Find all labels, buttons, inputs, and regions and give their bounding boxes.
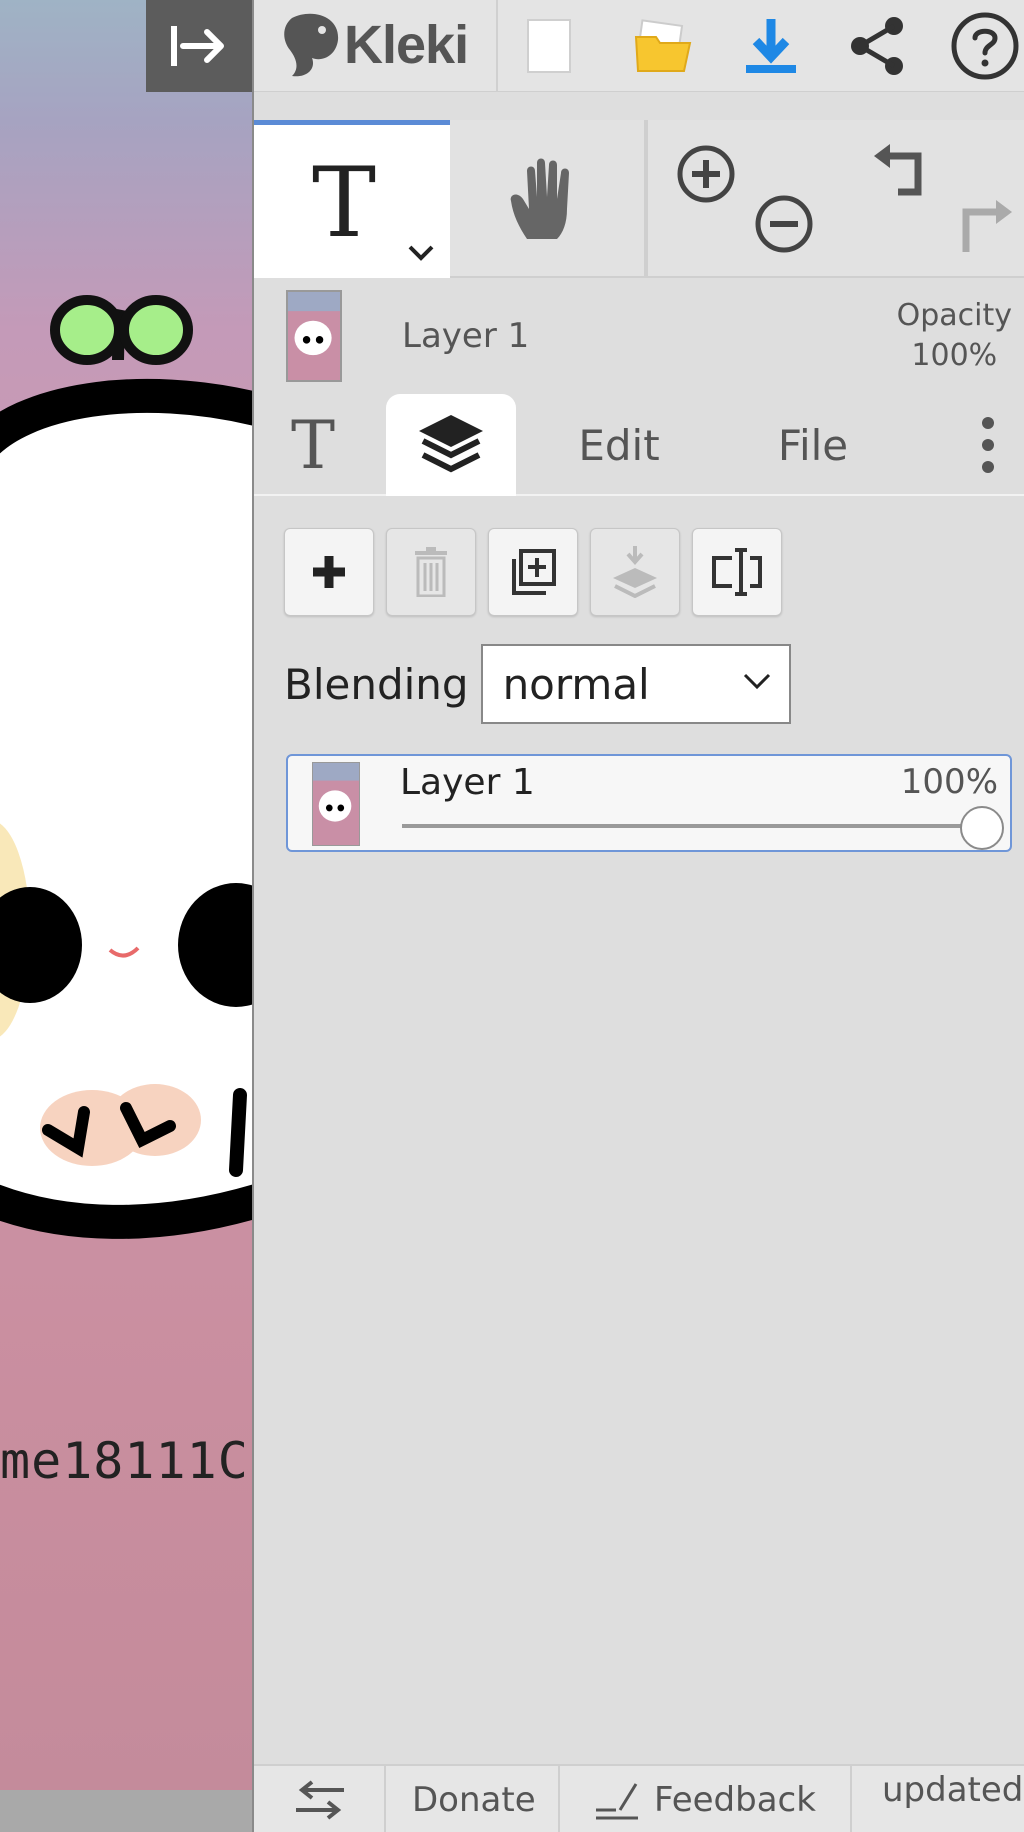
- rename-icon: [712, 548, 762, 596]
- share-button[interactable]: [832, 0, 922, 92]
- open-folder-icon: [634, 19, 692, 72]
- kleki-bird-icon: [284, 13, 339, 77]
- rename-layer-button[interactable]: [692, 528, 782, 616]
- collapse-panel-button[interactable]: [146, 0, 252, 92]
- plus-icon: [313, 556, 345, 588]
- merge-down-icon: [613, 546, 657, 598]
- layer-list-item[interactable]: Layer 1 100%: [286, 754, 1012, 852]
- chevron-down-icon[interactable]: [406, 243, 436, 263]
- layer-opacity-slider-handle[interactable]: [960, 806, 1004, 850]
- canvas-artwork: [0, 295, 252, 1239]
- layer-item-name: Layer 1: [400, 762, 535, 803]
- text-tool-icon: T: [312, 147, 377, 259]
- text-tool-button[interactable]: T: [254, 120, 450, 278]
- topbar-divider: [496, 0, 498, 92]
- kleki-logo[interactable]: Kleki: [282, 10, 469, 80]
- feedback-link[interactable]: Feedback: [594, 1766, 816, 1832]
- tool-row: T: [254, 120, 1024, 278]
- delete-layer-button[interactable]: [386, 528, 476, 616]
- layer-item-thumbnail: [312, 762, 360, 846]
- chevron-down-icon: [743, 673, 770, 690]
- layer-preview[interactable]: Layer 1 Opacity 100%: [254, 280, 1024, 390]
- toolrow-divider: [646, 120, 648, 278]
- layer-thumbnail: [286, 290, 342, 382]
- layer-opacity-slider[interactable]: [402, 824, 982, 828]
- swap-sides-button[interactable]: [294, 1766, 346, 1832]
- undo-icon[interactable]: [872, 142, 932, 202]
- swap-arrows-icon: [296, 1780, 344, 1820]
- help-button[interactable]: [940, 0, 1024, 92]
- zoom-in-icon[interactable]: [676, 144, 736, 204]
- active-layer-name: Layer 1: [402, 316, 530, 356]
- footer-divider: [384, 1766, 386, 1832]
- opacity-value: 100%: [911, 338, 998, 373]
- layer-item-opacity: 100%: [900, 762, 998, 802]
- new-image-icon: [527, 19, 571, 73]
- footer-divider: [850, 1766, 852, 1832]
- blending-label: Blending: [284, 659, 469, 709]
- blending-mode-value: normal: [502, 659, 650, 709]
- feedback-pen-icon: [596, 1783, 638, 1820]
- tab-file[interactable]: File: [748, 394, 878, 496]
- zoom-out-icon[interactable]: [754, 194, 814, 254]
- layers-icon: [419, 415, 483, 473]
- opacity-label: Opacity: [896, 298, 1012, 333]
- tab-edit[interactable]: Edit: [554, 394, 684, 496]
- share-icon: [851, 17, 903, 75]
- redo-icon[interactable]: [952, 198, 1014, 258]
- canvas-text: me18111C: [0, 1432, 249, 1490]
- feedback-label: Feedback: [654, 1780, 816, 1820]
- add-layer-button[interactable]: [284, 528, 374, 616]
- top-bar: Kleki: [254, 0, 1024, 92]
- footer-bar: Donate Feedback updated: [254, 1764, 1024, 1832]
- text-tab-icon: T: [290, 406, 336, 484]
- panel-tabs: T Edit File: [254, 394, 1024, 496]
- more-vertical-icon: [982, 417, 994, 473]
- donate-link[interactable]: Donate: [412, 1766, 536, 1832]
- tab-layers[interactable]: [386, 394, 516, 496]
- footer-divider: [558, 1766, 560, 1832]
- more-menu-button[interactable]: [958, 394, 1018, 496]
- blending-row: Blending normal: [284, 644, 791, 724]
- blending-mode-select[interactable]: normal: [480, 644, 791, 724]
- open-file-button[interactable]: [618, 0, 708, 92]
- collapse-arrow-icon: [171, 26, 224, 66]
- trash-icon: [415, 547, 447, 597]
- help-icon: [951, 12, 1019, 80]
- updated-link[interactable]: updated: [882, 1766, 1023, 1832]
- duplicate-layer-button[interactable]: [488, 528, 578, 616]
- duplicate-icon: [512, 549, 556, 595]
- merge-down-button[interactable]: [590, 528, 680, 616]
- drawing-canvas[interactable]: me18111C: [0, 0, 252, 1832]
- new-image-button[interactable]: [504, 0, 594, 92]
- side-panel: Kleki T Layer 1 Opacity 100% T Edit File…: [252, 0, 1024, 1832]
- hand-tool-button[interactable]: [450, 120, 646, 278]
- tab-tool-settings[interactable]: T: [264, 394, 362, 496]
- hand-icon: [510, 158, 569, 239]
- opacity-readout: Opacity 100%: [897, 296, 1012, 376]
- canvas-bottom-strip: [0, 1790, 252, 1832]
- download-button[interactable]: [726, 0, 816, 92]
- download-icon: [746, 19, 796, 73]
- app-title: Kleki: [344, 15, 469, 75]
